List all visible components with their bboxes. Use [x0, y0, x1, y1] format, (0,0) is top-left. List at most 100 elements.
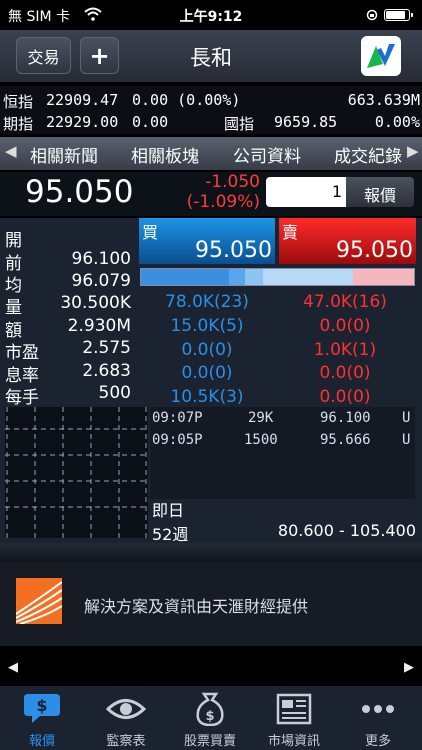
- page-title: 長和: [190, 46, 232, 70]
- ask-label: 賣: [282, 223, 299, 242]
- tab-related-news[interactable]: 相關新聞: [30, 142, 98, 167]
- futures-change: 0.00: [132, 113, 169, 131]
- index-label: 恒指: [3, 93, 34, 111]
- depth-bar-bid-2: [229, 269, 245, 285]
- clock: 上午9:12: [179, 9, 243, 25]
- svg-text:$: $: [36, 696, 47, 715]
- tab-related-sectors[interactable]: 相關板塊: [131, 142, 199, 167]
- intraday-chart[interactable]: [5, 407, 148, 538]
- info-tab-strip: ◀ 相關新聞 相關板塊 公司資料 成交紀錄 ▶: [0, 137, 422, 170]
- price-row: 95.050 -1.050 (-1.09%) 1 報價: [0, 172, 422, 216]
- ask-depth-1: 47.0K(16): [303, 292, 387, 312]
- scroll-right-icon[interactable]: ▶: [407, 142, 419, 160]
- tab-label: 股票買賣: [183, 734, 236, 749]
- nav-bar: 交易 + 長和: [0, 30, 422, 82]
- quote-bubble-icon: $: [24, 694, 60, 723]
- hscei-change: 0.00%: [374, 113, 420, 131]
- provider-banner[interactable]: 解決方案及資訊由天滙財經提供: [0, 562, 422, 646]
- bottom-tab-bar: $ 報價 監察表 $ 股票買賣 市場資訊 更多: [0, 686, 422, 750]
- depth-ratio-bar: [140, 268, 415, 286]
- trade-flag: U: [402, 432, 411, 448]
- rotation-lock-icon: [366, 9, 378, 21]
- hscei-value: 9659.85: [274, 113, 338, 131]
- depth-bar-bid-4: [263, 269, 353, 285]
- eye-icon: [106, 699, 146, 719]
- stat-value-pe: 2.575: [82, 338, 131, 358]
- provider-text: 解決方案及資訊由天滙財經提供: [84, 597, 309, 616]
- trade-time: 09:07P: [152, 410, 203, 426]
- scroll-left-icon[interactable]: ◀: [5, 142, 17, 160]
- bid-depth-2: 15.0K(5): [170, 316, 244, 336]
- tab-watchlist[interactable]: 監察表: [84, 686, 168, 750]
- bid-price: 95.050: [195, 238, 272, 263]
- hscei-label: 國指: [224, 115, 255, 133]
- trade-volume: 1500: [244, 432, 278, 448]
- ask-price: 95.050: [336, 238, 413, 263]
- section-divider: [0, 543, 422, 562]
- bid-depth-3: 0.0(0): [181, 340, 233, 360]
- ask-depth-4: 0.0(0): [319, 363, 371, 383]
- chart-grid: [5, 407, 148, 538]
- trade-volume: 29K: [248, 410, 274, 426]
- tab-more[interactable]: 更多: [336, 686, 420, 750]
- tab-label: 市場資訊: [267, 734, 320, 749]
- quantity-input[interactable]: 1: [266, 177, 348, 207]
- stat-value-yield: 2.683: [82, 361, 131, 381]
- trade-records-list[interactable]: 09:07P 29K 96.100 U 09:05P 1500 95.666 U: [150, 407, 415, 499]
- trade-flag: U: [402, 410, 411, 426]
- newspaper-icon: [276, 693, 312, 725]
- tab-trade-records[interactable]: 成交紀錄: [334, 142, 406, 167]
- ask-depth-5: 0.0(0): [319, 387, 371, 407]
- tab-label: 報價: [28, 734, 55, 749]
- bid-label: 買: [142, 223, 159, 242]
- battery-icon: [384, 9, 413, 21]
- futures-value: 22929.00: [46, 113, 119, 131]
- stat-value-lot: 500: [98, 383, 131, 403]
- tab-label: 監察表: [106, 734, 146, 749]
- stat-value-volume: 30.500K: [60, 293, 131, 313]
- trade-time: 09:05P: [152, 432, 203, 448]
- ask-depth-2: 0.0(0): [319, 316, 371, 336]
- trade-price: 96.100: [320, 410, 371, 426]
- index-value: 22909.47: [46, 91, 119, 109]
- tab-trading[interactable]: $ 股票買賣: [168, 686, 252, 750]
- futures-label: 期指: [3, 115, 34, 133]
- page-next-icon[interactable]: ▶: [404, 660, 414, 675]
- svg-text:$: $: [205, 709, 214, 724]
- depth-bar-bid-1: [141, 269, 229, 285]
- bid-depth-5: 10.5K(3): [170, 387, 244, 407]
- week52-label: 52週: [152, 525, 189, 544]
- ask-box[interactable]: 賣 95.050: [279, 218, 416, 264]
- stat-value-prev: 96.100: [71, 249, 131, 269]
- quote-button[interactable]: 報價: [346, 177, 414, 207]
- bid-depth-1: 78.0K(23): [165, 292, 249, 312]
- bid-box[interactable]: 買 95.050: [139, 218, 275, 264]
- page-prev-icon[interactable]: ◀: [8, 660, 18, 675]
- tab-quote[interactable]: $ 報價: [0, 686, 84, 750]
- provider-logo-icon: [16, 578, 62, 624]
- price-change-pct: (-1.09%): [186, 192, 260, 212]
- stat-value-avg: 96.079: [71, 271, 131, 291]
- tab-company-info[interactable]: 公司資料: [233, 142, 301, 167]
- tab-market-info[interactable]: 市場資訊: [252, 686, 336, 750]
- app-logo-icon[interactable]: [361, 36, 401, 76]
- depth-bar-ask: [353, 269, 414, 285]
- bid-depth-4: 0.0(0): [181, 363, 233, 383]
- more-dots-icon: [362, 705, 394, 713]
- index-turnover: 663.639M: [347, 91, 420, 109]
- money-bag-icon: $: [196, 692, 224, 726]
- status-bar: 無 SIM 卡 上午9:12: [0, 0, 422, 30]
- depth-bar-bid-3: [245, 269, 263, 285]
- stat-value-turnover: 2.930M: [67, 316, 131, 336]
- last-price: 95.050: [25, 174, 134, 210]
- tab-label: 更多: [364, 734, 391, 749]
- ask-depth-3: 1.0K(1): [313, 340, 377, 360]
- week52-range: 80.600 - 105.400: [277, 521, 416, 540]
- trade-price: 95.666: [320, 432, 371, 448]
- stat-label-open: 開: [5, 231, 22, 251]
- stat-label-volume: 量: [5, 298, 22, 318]
- index-change: 0.00 (0.00%): [132, 91, 241, 109]
- price-change: -1.050: [205, 172, 260, 192]
- index-ticker: 恒指 22909.47 0.00 (0.00%) 663.639M 期指 229…: [0, 86, 422, 134]
- day-range-label: 即日: [152, 501, 185, 520]
